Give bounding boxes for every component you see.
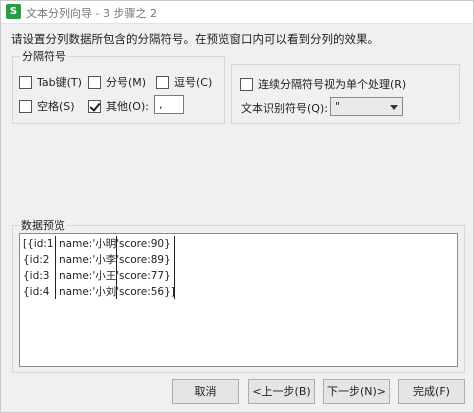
preview-cell: {id:3 xyxy=(23,270,50,282)
next-button[interactable]: 下一步(N)> xyxy=(323,379,390,404)
column-separator-1 xyxy=(55,236,56,299)
window-title: 文本分列向导 - 3 步骤之 2 xyxy=(26,7,157,20)
preview-cell: [{id:1 xyxy=(23,238,54,250)
text-to-columns-dialog: S 文本分列向导 - 3 步骤之 2 请设置分列数据所包含的分隔符号。在预览窗口… xyxy=(0,0,474,413)
space-checkbox[interactable] xyxy=(19,99,32,113)
text-qualifier-label: 文本识别符号(Q): xyxy=(241,102,328,115)
text-qualifier-select[interactable]: " xyxy=(330,97,403,116)
instruction-text: 请设置分列数据所包含的分隔符号。在预览窗口内可以看到分列的效果。 xyxy=(11,32,379,46)
delimiters-group-title: 分隔符号 xyxy=(20,48,68,64)
other-checkbox-row[interactable]: 其他(O): xyxy=(88,98,149,114)
preview-cell: name:'小王' xyxy=(59,270,120,282)
preview-cell: score:90} xyxy=(119,238,171,250)
text-qualifier-value: " xyxy=(335,100,341,113)
consecutive-checkbox-row[interactable]: 连续分隔符号视为单个处理(R) xyxy=(240,76,406,92)
chevron-down-icon xyxy=(390,105,398,110)
semicolon-checkbox-row[interactable]: 分号(M) xyxy=(88,74,146,90)
preview-cell: score:56}] xyxy=(119,286,175,298)
other-label: 其他(O): xyxy=(106,100,149,113)
comma-label: 逗号(C) xyxy=(174,76,213,89)
tab-checkbox-row[interactable]: Tab键(T) xyxy=(19,74,82,90)
title-bar: S 文本分列向导 - 3 步骤之 2 xyxy=(1,1,473,24)
consecutive-label: 连续分隔符号视为单个处理(R) xyxy=(258,78,407,91)
comma-checkbox[interactable] xyxy=(156,75,169,89)
data-preview-box[interactable]: [{id:1 name:'小明' score:90} {id:2 name:'小… xyxy=(19,233,458,367)
comma-checkbox-row[interactable]: 逗号(C) xyxy=(156,74,212,90)
preview-cell: {id:4 xyxy=(23,286,50,298)
cancel-button[interactable]: 取消 xyxy=(172,379,239,404)
other-checkbox[interactable] xyxy=(88,99,101,113)
preview-cell: name:'小明' xyxy=(59,238,120,250)
text-qualifier-label-row: 文本识别符号(Q): xyxy=(241,100,328,116)
preview-cell: name:'小李' xyxy=(59,254,120,266)
semicolon-label: 分号(M) xyxy=(106,76,147,89)
semicolon-checkbox[interactable] xyxy=(88,75,101,89)
space-checkbox-row[interactable]: 空格(S) xyxy=(19,98,75,114)
preview-cell: score:89} xyxy=(119,254,171,266)
other-delimiter-input[interactable]: , xyxy=(154,95,184,114)
tab-label: Tab键(T) xyxy=(37,76,82,89)
preview-cell: {id:2 xyxy=(23,254,50,266)
tab-checkbox[interactable] xyxy=(19,75,32,89)
data-preview-title: 数据预览 xyxy=(19,217,67,233)
wps-spreadsheet-icon: S xyxy=(6,4,21,19)
preview-cell: score:77} xyxy=(119,270,171,282)
finish-button[interactable]: 完成(F) xyxy=(398,379,465,404)
preview-cell: name:'小刘' xyxy=(59,286,120,298)
consecutive-checkbox[interactable] xyxy=(240,77,253,91)
back-button[interactable]: <上一步(B) xyxy=(248,379,315,404)
space-label: 空格(S) xyxy=(37,100,75,113)
